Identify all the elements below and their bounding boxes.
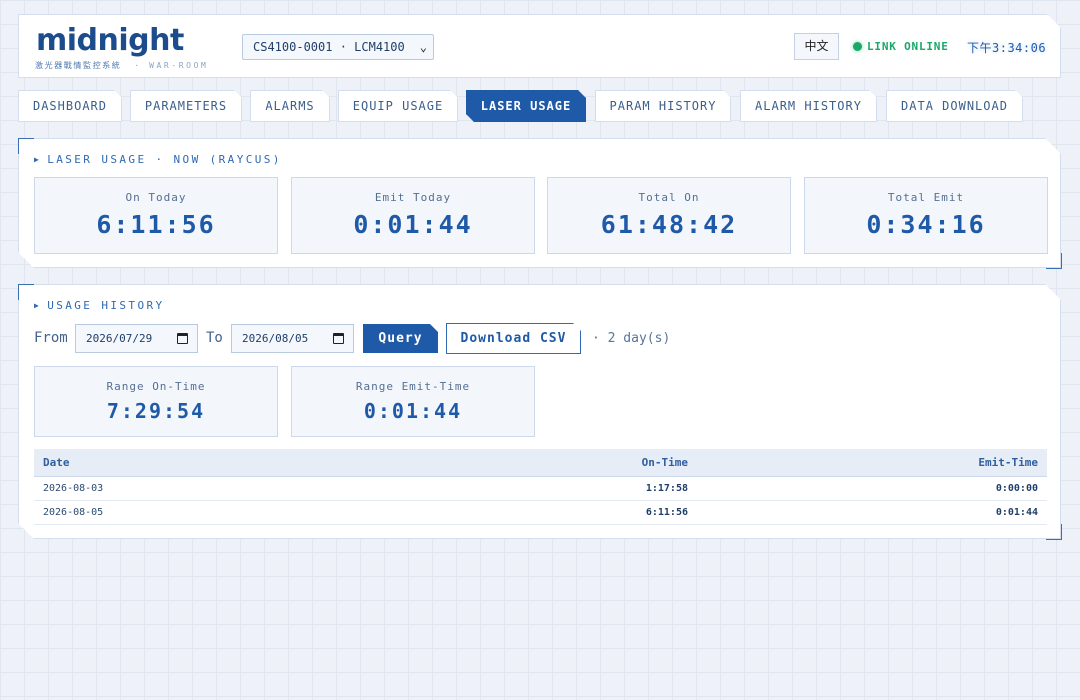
usage-history-title: ▶ USAGE HISTORY (34, 299, 165, 312)
device-select[interactable]: CS4100-0001 · LCM4100 ⌄ (242, 34, 434, 60)
tab-alarm-history[interactable]: ALARM HISTORY (740, 90, 877, 122)
column-header-date: Date (34, 449, 354, 476)
stat-value: 0:01:44 (353, 210, 473, 239)
panel-corner-accent (1046, 253, 1062, 269)
stat-card-total-on: Total On 61:48:42 (547, 177, 791, 254)
stat-label: Range Emit-Time (355, 380, 471, 393)
triangle-right-icon: ▶ (34, 301, 42, 310)
to-date-value: 2026/08/05 (242, 332, 309, 345)
stat-value: 0:01:44 (363, 399, 463, 423)
stat-card-range-emit-time: Range Emit-Time 0:01:44 (291, 366, 535, 437)
cell-date: 2026-08-05 (34, 500, 354, 524)
app-subtitle: 激光器戰情監控系統 · WAR-ROOM (35, 60, 208, 71)
tab-param-history[interactable]: PARAM HISTORY (595, 90, 731, 122)
status-dot-icon (853, 42, 862, 51)
device-select-value: CS4100-0001 · LCM4100 (253, 40, 405, 54)
usage-history-table: Date On-Time Emit-Time 2026-08-03 1:17:5… (34, 449, 1047, 525)
laser-usage-title: ▶ LASER USAGE · NOW (RAYCUS) (34, 153, 282, 166)
download-csv-button[interactable]: Download CSV (446, 323, 581, 354)
app-header: midnight 激光器戰情監控系統 · WAR-ROOM CS4100-000… (18, 14, 1061, 78)
stat-card-range-on-time: Range On-Time 7:29:54 (34, 366, 278, 437)
stat-card-total-emit: Total Emit 0:34:16 (804, 177, 1048, 254)
from-date-input[interactable]: 2026/07/29 (75, 324, 198, 353)
panel-corner-accent (18, 284, 34, 300)
usage-history-panel: ▶ USAGE HISTORY From 2026/07/29 To 2026/0… (18, 284, 1061, 539)
chevron-down-icon: ⌄ (419, 40, 427, 54)
stat-card-on-today: On Today 6:11:56 (34, 177, 278, 254)
stat-value: 61:48:42 (600, 210, 738, 239)
from-label: From (34, 330, 68, 346)
stat-label: Emit Today (374, 191, 452, 204)
tab-equip-usage[interactable]: EQUIP USAGE (338, 90, 458, 122)
stat-card-emit-today: Emit Today 0:01:44 (291, 177, 535, 254)
cell-date: 2026-08-03 (34, 476, 354, 500)
tab-dashboard[interactable]: DASHBOARD (18, 90, 122, 122)
to-label: To (206, 330, 223, 346)
app-logo: midnight (36, 23, 184, 58)
cell-on-time: 6:11:56 (354, 500, 697, 524)
stat-value: 6:11:56 (96, 210, 216, 239)
usage-history-title-text: USAGE HISTORY (47, 299, 165, 312)
to-date-input[interactable]: 2026/08/05 (231, 324, 354, 353)
query-button[interactable]: Query (363, 324, 438, 353)
panel-corner-accent (1046, 524, 1062, 540)
cell-emit-time: 0:00:00 (697, 476, 1047, 500)
laser-usage-title-text: LASER USAGE · NOW (RAYCUS) (47, 153, 282, 166)
tab-alarms[interactable]: ALARMS (250, 90, 330, 122)
from-date-value: 2026/07/29 (86, 332, 153, 345)
stat-label: Total Emit (887, 191, 965, 204)
app-subtitle-tag: · WAR-ROOM (134, 61, 209, 70)
column-header-emit-time: Emit-Time (697, 449, 1047, 476)
triangle-right-icon: ▶ (34, 155, 42, 164)
link-status-text: LINK ONLINE (867, 40, 949, 53)
column-header-on-time: On-Time (354, 449, 697, 476)
stat-value: 7:29:54 (106, 399, 206, 423)
cell-emit-time: 0:01:44 (697, 500, 1047, 524)
cell-on-time: 1:17:58 (354, 476, 697, 500)
clock: 下午3:34:06 (967, 41, 1047, 55)
laser-usage-panel: ▶ LASER USAGE · NOW (RAYCUS) On Today 6:1… (18, 138, 1061, 268)
panel-corner-accent (18, 138, 34, 154)
stat-label: Range On-Time (106, 380, 206, 393)
link-status: LINK ONLINE (853, 40, 949, 53)
stat-label: Total On (638, 191, 700, 204)
app-subtitle-text: 激光器戰情監控系統 (35, 61, 122, 70)
language-button[interactable]: 中文 (794, 33, 839, 60)
table-row: 2026-08-03 1:17:58 0:00:00 (34, 476, 1047, 500)
stat-label: On Today (125, 191, 187, 204)
table-row: 2026-08-05 6:11:56 0:01:44 (34, 500, 1047, 524)
tab-laser-usage[interactable]: LASER USAGE (466, 90, 586, 122)
tab-data-download[interactable]: DATA DOWNLOAD (886, 90, 1023, 122)
tab-parameters[interactable]: PARAMETERS (130, 90, 242, 122)
table-header-row: Date On-Time Emit-Time (34, 449, 1047, 476)
calendar-icon[interactable] (333, 333, 344, 344)
day-count: · 2 day(s) (592, 331, 671, 346)
calendar-icon[interactable] (177, 333, 188, 344)
stat-value: 0:34:16 (866, 210, 986, 239)
